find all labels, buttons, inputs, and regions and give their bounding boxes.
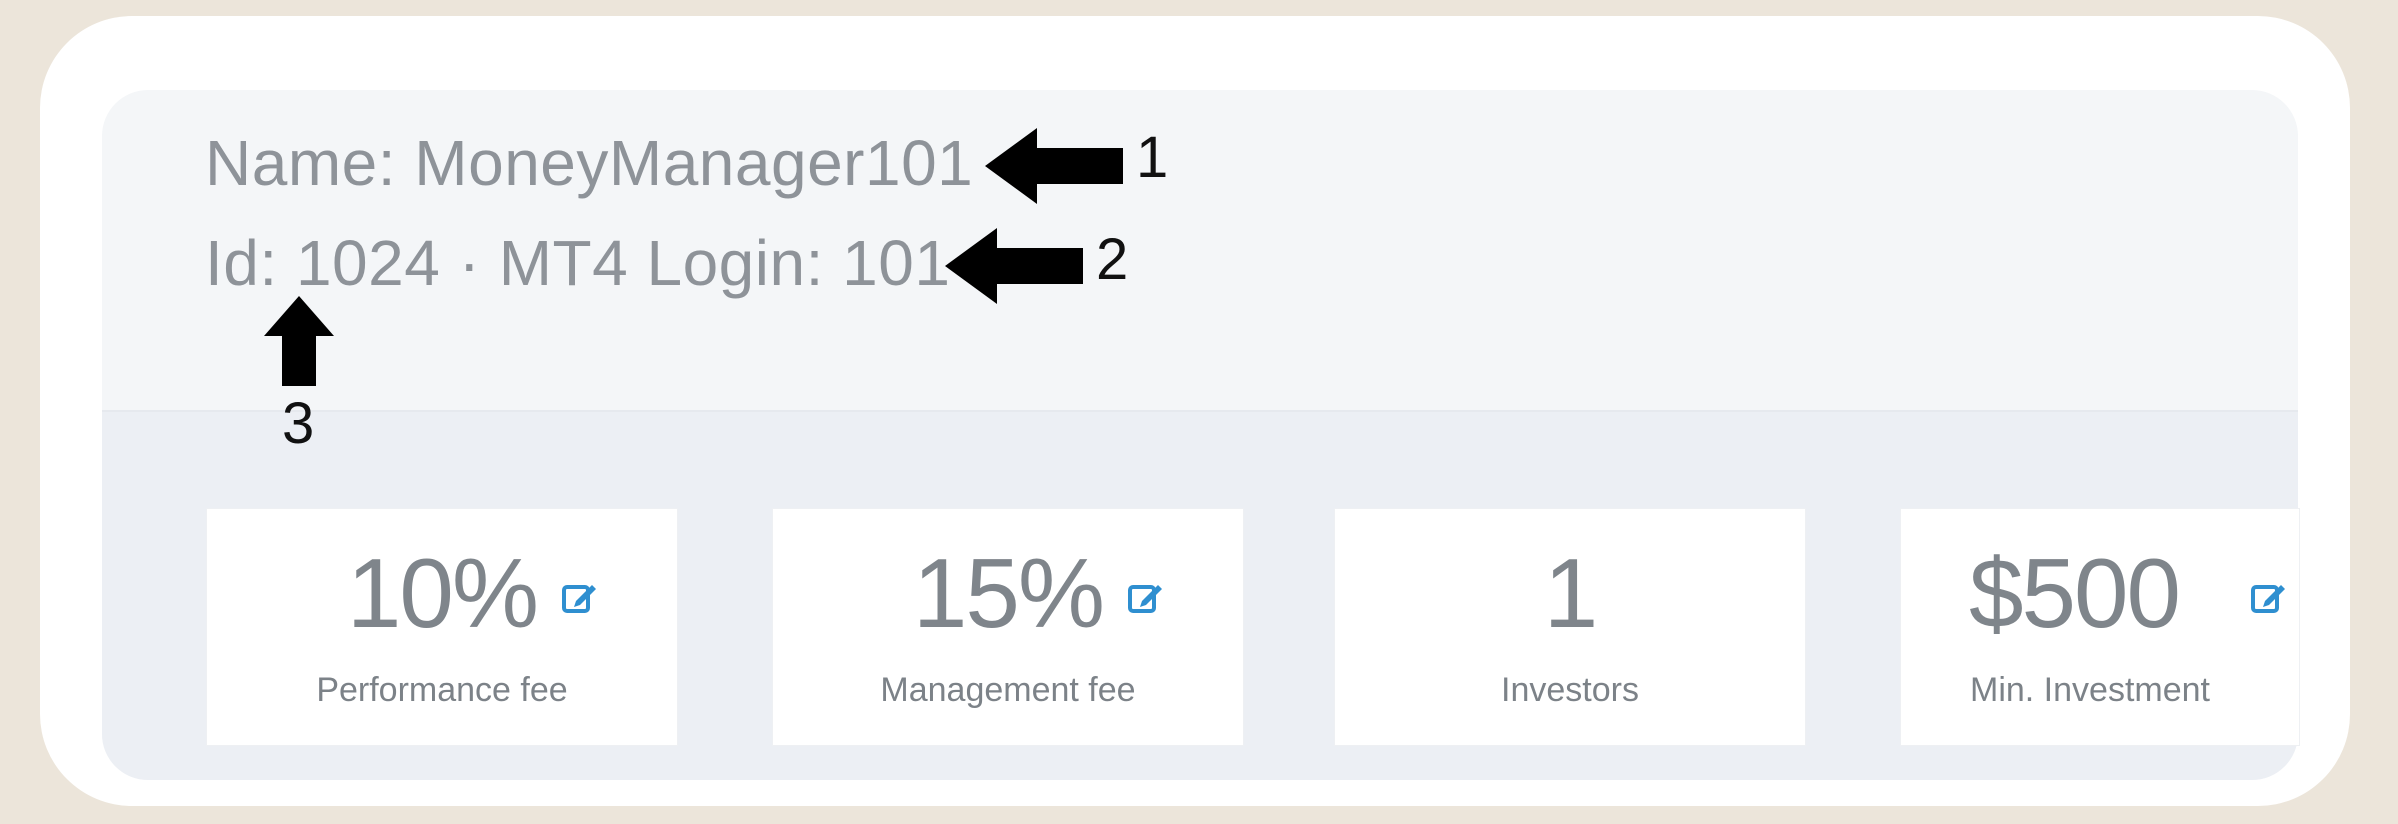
min-investment-label: Min. Investment [1970, 671, 2210, 709]
investors-label: Investors [1501, 671, 1639, 709]
annotation-arrow-3-icon [264, 296, 334, 386]
edit-management-fee-icon[interactable] [1128, 581, 1164, 613]
edit-min-investment-icon[interactable] [2251, 581, 2287, 613]
performance-fee-value: 10% [346, 538, 539, 648]
edit-performance-fee-icon[interactable] [562, 581, 598, 613]
annotation-label-1: 1 [1136, 125, 1169, 190]
performance-fee-label: Performance fee [316, 671, 568, 709]
management-fee-value: 15% [912, 538, 1105, 648]
stat-card-performance-fee: 10% Performance fee [206, 508, 678, 746]
stat-card-min-investment: $500 Min. Investment [1900, 508, 2300, 746]
annotation-arrow-2-icon [945, 228, 1083, 304]
manager-name: Name: MoneyManager101 [205, 127, 974, 199]
investors-value: 1 [1543, 538, 1599, 648]
min-investment-value: $500 [1968, 538, 2181, 648]
manager-id-login: Id: 1024 · MT4 Login: 101 [205, 227, 951, 299]
management-fee-label: Management fee [880, 671, 1136, 709]
annotation-label-3: 3 [282, 391, 315, 456]
stat-card-management-fee: 15% Management fee [772, 508, 1244, 746]
annotation-arrow-1-icon [985, 128, 1123, 204]
stat-card-investors: 1 Investors [1334, 508, 1806, 746]
annotation-label-2: 2 [1096, 227, 1129, 292]
